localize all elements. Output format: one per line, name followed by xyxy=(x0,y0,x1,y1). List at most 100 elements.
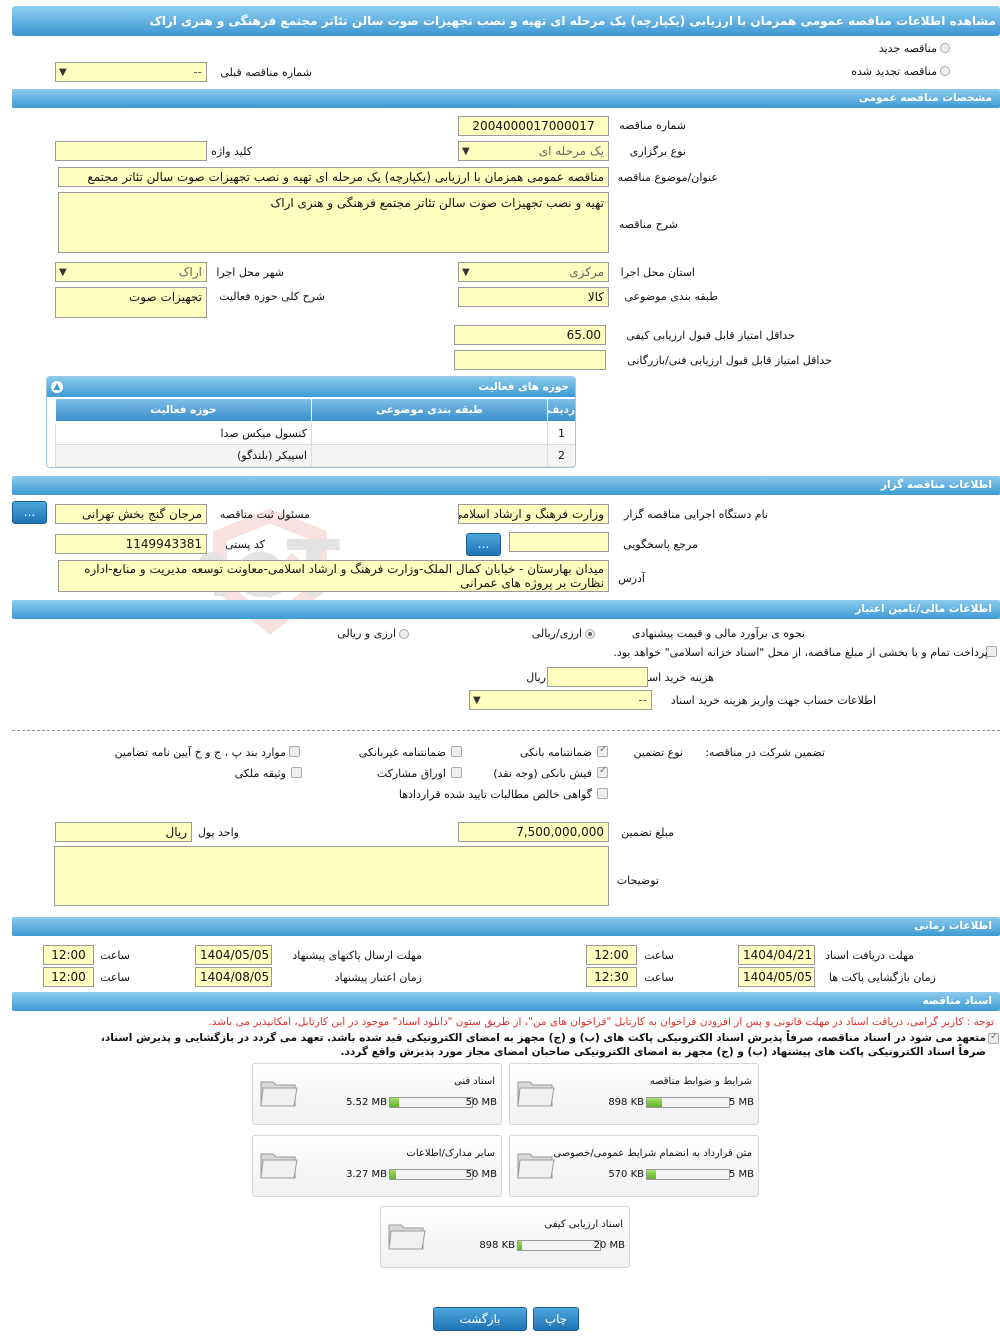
folder-icon xyxy=(517,1153,555,1179)
receive-time-label: ساعت xyxy=(644,949,674,962)
province-value: مرکزی xyxy=(569,265,604,279)
rial-radio[interactable] xyxy=(585,629,595,639)
bonds-label: اوراق مشارکت xyxy=(376,767,446,780)
doc-file-card[interactable]: شرایط و ضوابط مناقصه 898 KB 5 MB xyxy=(509,1063,759,1125)
amount-field[interactable]: 7,500,000,000 xyxy=(458,822,609,842)
doc-file-title: سایر مدارک/اطلاعات xyxy=(406,1148,495,1159)
receive-time-field[interactable]: 12:00 xyxy=(586,945,637,965)
keyword-field[interactable] xyxy=(55,141,207,161)
pledge-line2: صرفاً اسناد الکترونیکی پاکت های پیشنهاد … xyxy=(340,1046,986,1058)
grid-cell-category xyxy=(311,445,547,467)
doc-file-size: 898 KB xyxy=(608,1097,644,1108)
new-tender-radio[interactable] xyxy=(940,43,950,53)
col-row[interactable]: ردیف xyxy=(547,399,575,421)
account-select[interactable]: -- ▼ xyxy=(469,690,652,710)
doc-file-title: شرایط و ضوابط مناقصه xyxy=(649,1076,752,1087)
validity-date-field[interactable]: 1404/08/05 xyxy=(195,967,272,987)
responder-field[interactable] xyxy=(509,532,609,552)
holding-type-select[interactable]: یک مرحله ای ▼ xyxy=(458,141,609,161)
org-field[interactable]: وزارت فرهنگ و ارشاد اسلامی xyxy=(458,504,609,524)
divider xyxy=(12,730,1000,731)
regulation-checkbox[interactable] xyxy=(289,746,300,757)
submit-time-field[interactable]: 12:00 xyxy=(43,945,94,965)
registrar-lookup-button[interactable]: ... xyxy=(12,501,47,524)
col-activity[interactable]: حوزه فعالیت xyxy=(55,399,311,421)
doc-file-progress xyxy=(389,1169,473,1180)
registrar-label: مسئول ثبت مناقصه xyxy=(219,508,310,521)
city-select[interactable]: اراک ▼ xyxy=(55,262,207,282)
chevron-down-icon: ▼ xyxy=(59,67,67,78)
open-time-label: ساعت xyxy=(644,971,674,984)
doc-file-max: 5 MB xyxy=(728,1097,754,1108)
currency-field[interactable]: ریال xyxy=(55,822,192,842)
doc-file-progress-fill xyxy=(647,1170,656,1179)
col-category[interactable]: طبقه بندی موضوعی xyxy=(311,399,547,421)
responder-lookup-button[interactable]: ... xyxy=(466,533,501,556)
folder-icon xyxy=(517,1081,555,1107)
activity-grid: حوزه های فعالیت ▲ ردیف طبقه بندی موضوعی … xyxy=(46,376,576,468)
doc-file-card[interactable]: اسناد ارزیابی کیفی 898 KB 20 MB xyxy=(380,1206,630,1268)
bank-guarantee-label: ضمانتنامه بانکی xyxy=(519,746,592,759)
nonbank-guarantee-checkbox[interactable] xyxy=(451,746,462,757)
min-tech-field[interactable] xyxy=(454,350,606,370)
doc-file-progress xyxy=(646,1169,730,1180)
postal-label: کد پستی xyxy=(225,538,265,551)
doc-file-size: 570 KB xyxy=(608,1169,644,1180)
chevron-down-icon: ▼ xyxy=(462,146,470,157)
province-select[interactable]: مرکزی ▼ xyxy=(458,262,609,282)
scope-label: شرح کلی حوزه فعالیت xyxy=(219,290,325,303)
desc-field[interactable]: تهیه و نصب تجهیزات صوت سالن تئاتر مجتمع … xyxy=(58,192,609,253)
category-field[interactable]: کالا xyxy=(458,287,609,307)
doc-file-size: 898 KB xyxy=(479,1240,515,1251)
both-radio[interactable] xyxy=(399,629,409,639)
pledge-checkbox[interactable] xyxy=(988,1031,999,1044)
doc-fee-field[interactable] xyxy=(547,667,648,687)
net-claims-checkbox[interactable] xyxy=(597,788,608,799)
regulation-label: موارد بند پ ، ج و خ آیین نامه تضامین xyxy=(114,746,286,759)
treasury-text: پرداخت تمام و یا بخشی از مبلغ مناقصه، از… xyxy=(613,646,988,659)
scope-field[interactable]: تجهیزات صوت xyxy=(55,287,207,318)
submit-date-field[interactable]: 1404/05/05 xyxy=(195,945,272,965)
prev-tender-select[interactable]: -- ▼ xyxy=(55,62,207,82)
collapse-icon[interactable]: ▲ xyxy=(51,381,63,393)
bank-guarantee-checkbox[interactable] xyxy=(597,744,608,757)
receive-date-field[interactable]: 1404/04/21 xyxy=(738,945,815,965)
both-radio-label: ارزی و ریالی xyxy=(337,627,396,640)
province-label: استان محل اجرا xyxy=(620,266,695,279)
doc-file-progress xyxy=(389,1097,473,1108)
min-quality-field[interactable]: 65.00 xyxy=(454,325,606,345)
prev-tender-value: -- xyxy=(193,65,202,79)
guarantee-type-label: نوع تضمین xyxy=(633,746,683,759)
currency-label: واحد پول xyxy=(197,826,239,839)
doc-file-card[interactable]: سایر مدارک/اطلاعات 3.27 MB 50 MB xyxy=(252,1135,502,1197)
property-checkbox[interactable] xyxy=(291,767,302,778)
renewed-tender-radio[interactable] xyxy=(940,66,950,76)
tender-no-field[interactable]: 2004000017000017 xyxy=(458,116,609,136)
back-button[interactable]: بازگشت xyxy=(433,1307,527,1331)
notes-field[interactable] xyxy=(54,846,609,906)
doc-file-title: متن قرارداد به انضمام شرایط عمومی/خصوصی xyxy=(553,1148,752,1159)
bank-receipt-label: فیش بانکی (وجه نقد) xyxy=(493,767,592,780)
grid-cell-activity: کنسول میکس صدا xyxy=(55,423,311,445)
postal-field[interactable]: 1149943381 xyxy=(55,534,207,554)
doc-file-card[interactable]: متن قرارداد به انضمام شرایط عمومی/خصوصی 5… xyxy=(509,1135,759,1197)
open-date-field[interactable]: 1404/05/05 xyxy=(738,967,815,987)
bonds-checkbox[interactable] xyxy=(451,767,462,778)
bank-receipt-checkbox[interactable] xyxy=(597,765,608,778)
doc-file-max: 5 MB xyxy=(728,1169,754,1180)
doc-file-max: 20 MB xyxy=(593,1240,625,1251)
validity-time-field[interactable]: 12:00 xyxy=(43,967,94,987)
amount-label: مبلغ تضمین xyxy=(621,826,674,839)
doc-file-progress xyxy=(646,1097,730,1108)
open-time-field[interactable]: 12:30 xyxy=(586,967,637,987)
subject-field[interactable]: مناقصه عمومی همزمان با ارزیابی (یکپارچه)… xyxy=(58,167,609,187)
registrar-field[interactable]: مرجان گنج بخش تهرانی xyxy=(55,504,207,524)
print-button[interactable]: چاپ xyxy=(533,1307,579,1331)
address-field[interactable]: میدان بهارستان - خیابان کمال الملک-وزارت… xyxy=(58,560,609,592)
folder-icon xyxy=(260,1081,298,1107)
account-value: -- xyxy=(638,693,647,707)
doc-file-progress-fill xyxy=(390,1098,399,1107)
doc-file-card[interactable]: اسناد فنی 5.52 MB 50 MB xyxy=(252,1063,502,1125)
estimate-label: نحوه ی برآورد مالی و قیمت پیشنهادی xyxy=(631,627,805,640)
doc-file-max: 50 MB xyxy=(465,1169,497,1180)
